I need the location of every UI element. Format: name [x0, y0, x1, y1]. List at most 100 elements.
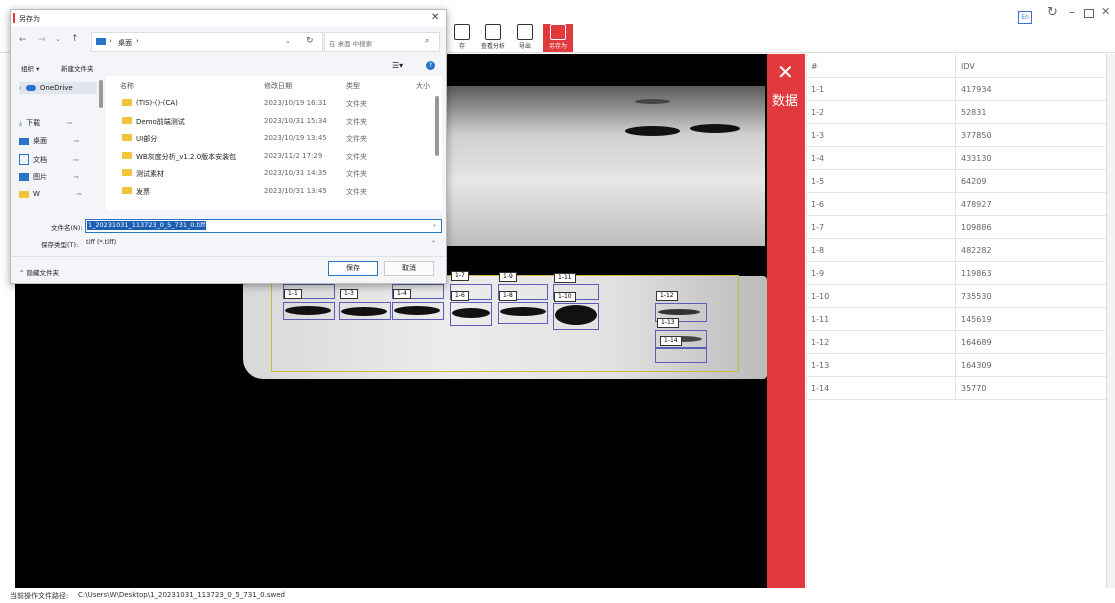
lane-box[interactable]: [553, 303, 599, 330]
lane-box[interactable]: [655, 347, 707, 363]
forward-icon[interactable]: →: [38, 35, 46, 45]
hide-folders-toggle[interactable]: ⌃ 隐藏文件夹: [19, 267, 59, 277]
close-panel-icon[interactable]: ✕: [777, 60, 794, 84]
file-row[interactable]: WB灰度分析_v1.2.0版本安装包 2023/11/2 17:29 文件夹: [106, 147, 446, 164]
table-row[interactable]: 1-5 64209: [807, 169, 1107, 193]
analysis-view-button[interactable]: 查看分析: [478, 24, 508, 52]
file-list-header: 名称 修改日期 类型 大小: [106, 76, 446, 93]
sidebar-item-onedrive[interactable]: › OneDrive: [19, 82, 97, 94]
lane-label: 1-14: [660, 336, 682, 346]
back-icon[interactable]: ←: [19, 35, 27, 45]
address-bar[interactable]: › 桌面 › ⌄ ↻: [91, 32, 323, 52]
lane-box[interactable]: [450, 302, 492, 326]
file-name: 发票: [136, 187, 150, 196]
save-as-button[interactable]: 另存为: [543, 24, 573, 52]
lane-label: 1-4: [393, 289, 411, 299]
file-row[interactable]: 测试素材 2023/10/31 14:35 文件夹: [106, 164, 446, 181]
lane-box[interactable]: [283, 302, 335, 320]
sidebar-item-w[interactable]: W ⊸: [19, 190, 82, 198]
pin-icon: ⊸: [73, 173, 79, 181]
command-row: 组织 ▾ 新建文件夹 ☰▾ ?: [11, 58, 446, 76]
file-list-scrollbar[interactable]: [435, 96, 439, 156]
lane-box[interactable]: [498, 302, 548, 324]
save-as-dialog: 另存为 ✕ ← → ⌄ ↑ › 桌面 › ⌄ ↻ 在 桌面 中搜索 ⌕ 组织 ▾…: [10, 9, 447, 284]
minimize-icon[interactable]: –: [1069, 5, 1075, 19]
up-icon[interactable]: ↑: [71, 34, 79, 44]
upper-gel-image: [395, 86, 765, 246]
row-index: 1-1: [811, 85, 825, 94]
sidebar-item-documents[interactable]: 文档 ⊸: [19, 154, 79, 165]
file-type: 文件夹: [346, 117, 367, 126]
file-date: 2023/10/19 13:45: [264, 134, 327, 142]
file-row[interactable]: 发票 2023/10/31 13:45 文件夹: [106, 182, 446, 199]
file-date: 2023/10/19 16:31: [264, 99, 327, 107]
file-row[interactable]: (TIS)-()-(CA) 2023/10/19 16:31 文件夹: [106, 94, 446, 111]
table-row[interactable]: 1-13 164309: [807, 353, 1107, 377]
breadcrumb-sep: ›: [136, 37, 139, 45]
table-row[interactable]: 1-12 164689: [807, 330, 1107, 354]
row-index: 1-9: [811, 269, 825, 278]
table-row[interactable]: 1-1 417934: [807, 77, 1107, 101]
table-row[interactable]: 1-4 433130: [807, 146, 1107, 170]
file-row[interactable]: Demo前端测试 2023/10/31 15:34 文件夹: [106, 112, 446, 129]
organize-menu[interactable]: 组织 ▾: [21, 63, 39, 73]
save-button[interactable]: 保存: [328, 261, 378, 276]
col-date[interactable]: 修改日期: [264, 81, 292, 91]
sidebar-item-downloads[interactable]: ⤓ 下载 ⊸: [19, 118, 72, 128]
refresh-icon[interactable]: ↻: [1047, 5, 1058, 20]
export-button[interactable]: 导出: [510, 24, 540, 52]
table-row[interactable]: 1-8 482282: [807, 238, 1107, 262]
save-as-label: 另存为: [548, 43, 567, 50]
filename-dropdown-icon[interactable]: ⌄: [432, 221, 437, 228]
pin-icon: ⊸: [73, 137, 79, 145]
save-icon: [454, 24, 470, 40]
table-scrollbar[interactable]: [1106, 54, 1115, 588]
filetype-value: tiff (*.tiff): [86, 238, 117, 246]
table-row[interactable]: 1-11 145619: [807, 307, 1107, 331]
close-window-icon[interactable]: ✕: [1101, 5, 1110, 18]
desktop-icon: [19, 137, 29, 145]
lang-badge[interactable]: En: [1018, 11, 1032, 24]
filename-field[interactable]: 1_20231031_113723_0_5_731_0.tiff ⌄: [85, 219, 442, 233]
search-input[interactable]: 在 桌面 中搜索 ⌕: [324, 32, 440, 52]
file-row[interactable]: UI部分 2023/10/19 13:45 文件夹: [106, 129, 446, 146]
dialog-close-icon[interactable]: ✕: [431, 12, 439, 23]
row-idv: 119863: [961, 269, 992, 278]
col-size[interactable]: 大小: [416, 81, 430, 91]
sidebar-scrollbar[interactable]: [99, 80, 103, 108]
table-row[interactable]: 1-7 109886: [807, 215, 1107, 239]
folder-icon: [122, 116, 132, 124]
table-row[interactable]: 1-10 735530: [807, 284, 1107, 308]
table-row[interactable]: 1-6 478927: [807, 192, 1107, 216]
col-name[interactable]: 名称: [120, 81, 134, 91]
address-dropdown-icon[interactable]: ⌄: [285, 37, 291, 45]
table-row[interactable]: 1-14 35770: [807, 376, 1107, 400]
export-label: 导出: [518, 43, 531, 50]
history-dropdown-icon[interactable]: ⌄: [55, 35, 61, 43]
view-options-icon[interactable]: ☰▾: [392, 61, 403, 70]
table-row[interactable]: 1-9 119863: [807, 261, 1107, 285]
col-header-idv: IDV: [961, 62, 975, 71]
table-row[interactable]: 1-2 52831: [807, 100, 1107, 124]
help-icon[interactable]: ?: [426, 61, 435, 70]
folder-icon: [122, 134, 132, 141]
pin-icon: ⊸: [73, 155, 79, 164]
sidebar-item-pictures[interactable]: 图片 ⊸: [19, 172, 79, 182]
refresh-icon[interactable]: ↻: [306, 36, 314, 46]
lane-box[interactable]: [339, 302, 391, 320]
filetype-dropdown-icon[interactable]: ⌄: [431, 237, 436, 244]
lane-box[interactable]: [392, 302, 444, 320]
breadcrumb[interactable]: 桌面: [118, 38, 132, 48]
folder-icon: [122, 169, 132, 176]
row-idv: 417934: [961, 85, 992, 94]
cancel-button[interactable]: 取消: [384, 261, 434, 276]
filetype-select[interactable]: tiff (*.tiff) ⌄: [85, 236, 440, 248]
save-toolbar-button[interactable]: 存: [447, 24, 477, 52]
table-row[interactable]: 1-3 377850: [807, 123, 1107, 147]
col-header-index: #: [811, 62, 818, 71]
sidebar-item-desktop[interactable]: 桌面 ⊸: [19, 136, 79, 146]
col-type[interactable]: 类型: [346, 81, 360, 91]
file-name: 测试素材: [136, 170, 164, 178]
maximize-icon[interactable]: [1084, 9, 1094, 18]
new-folder-button[interactable]: 新建文件夹: [61, 63, 94, 73]
